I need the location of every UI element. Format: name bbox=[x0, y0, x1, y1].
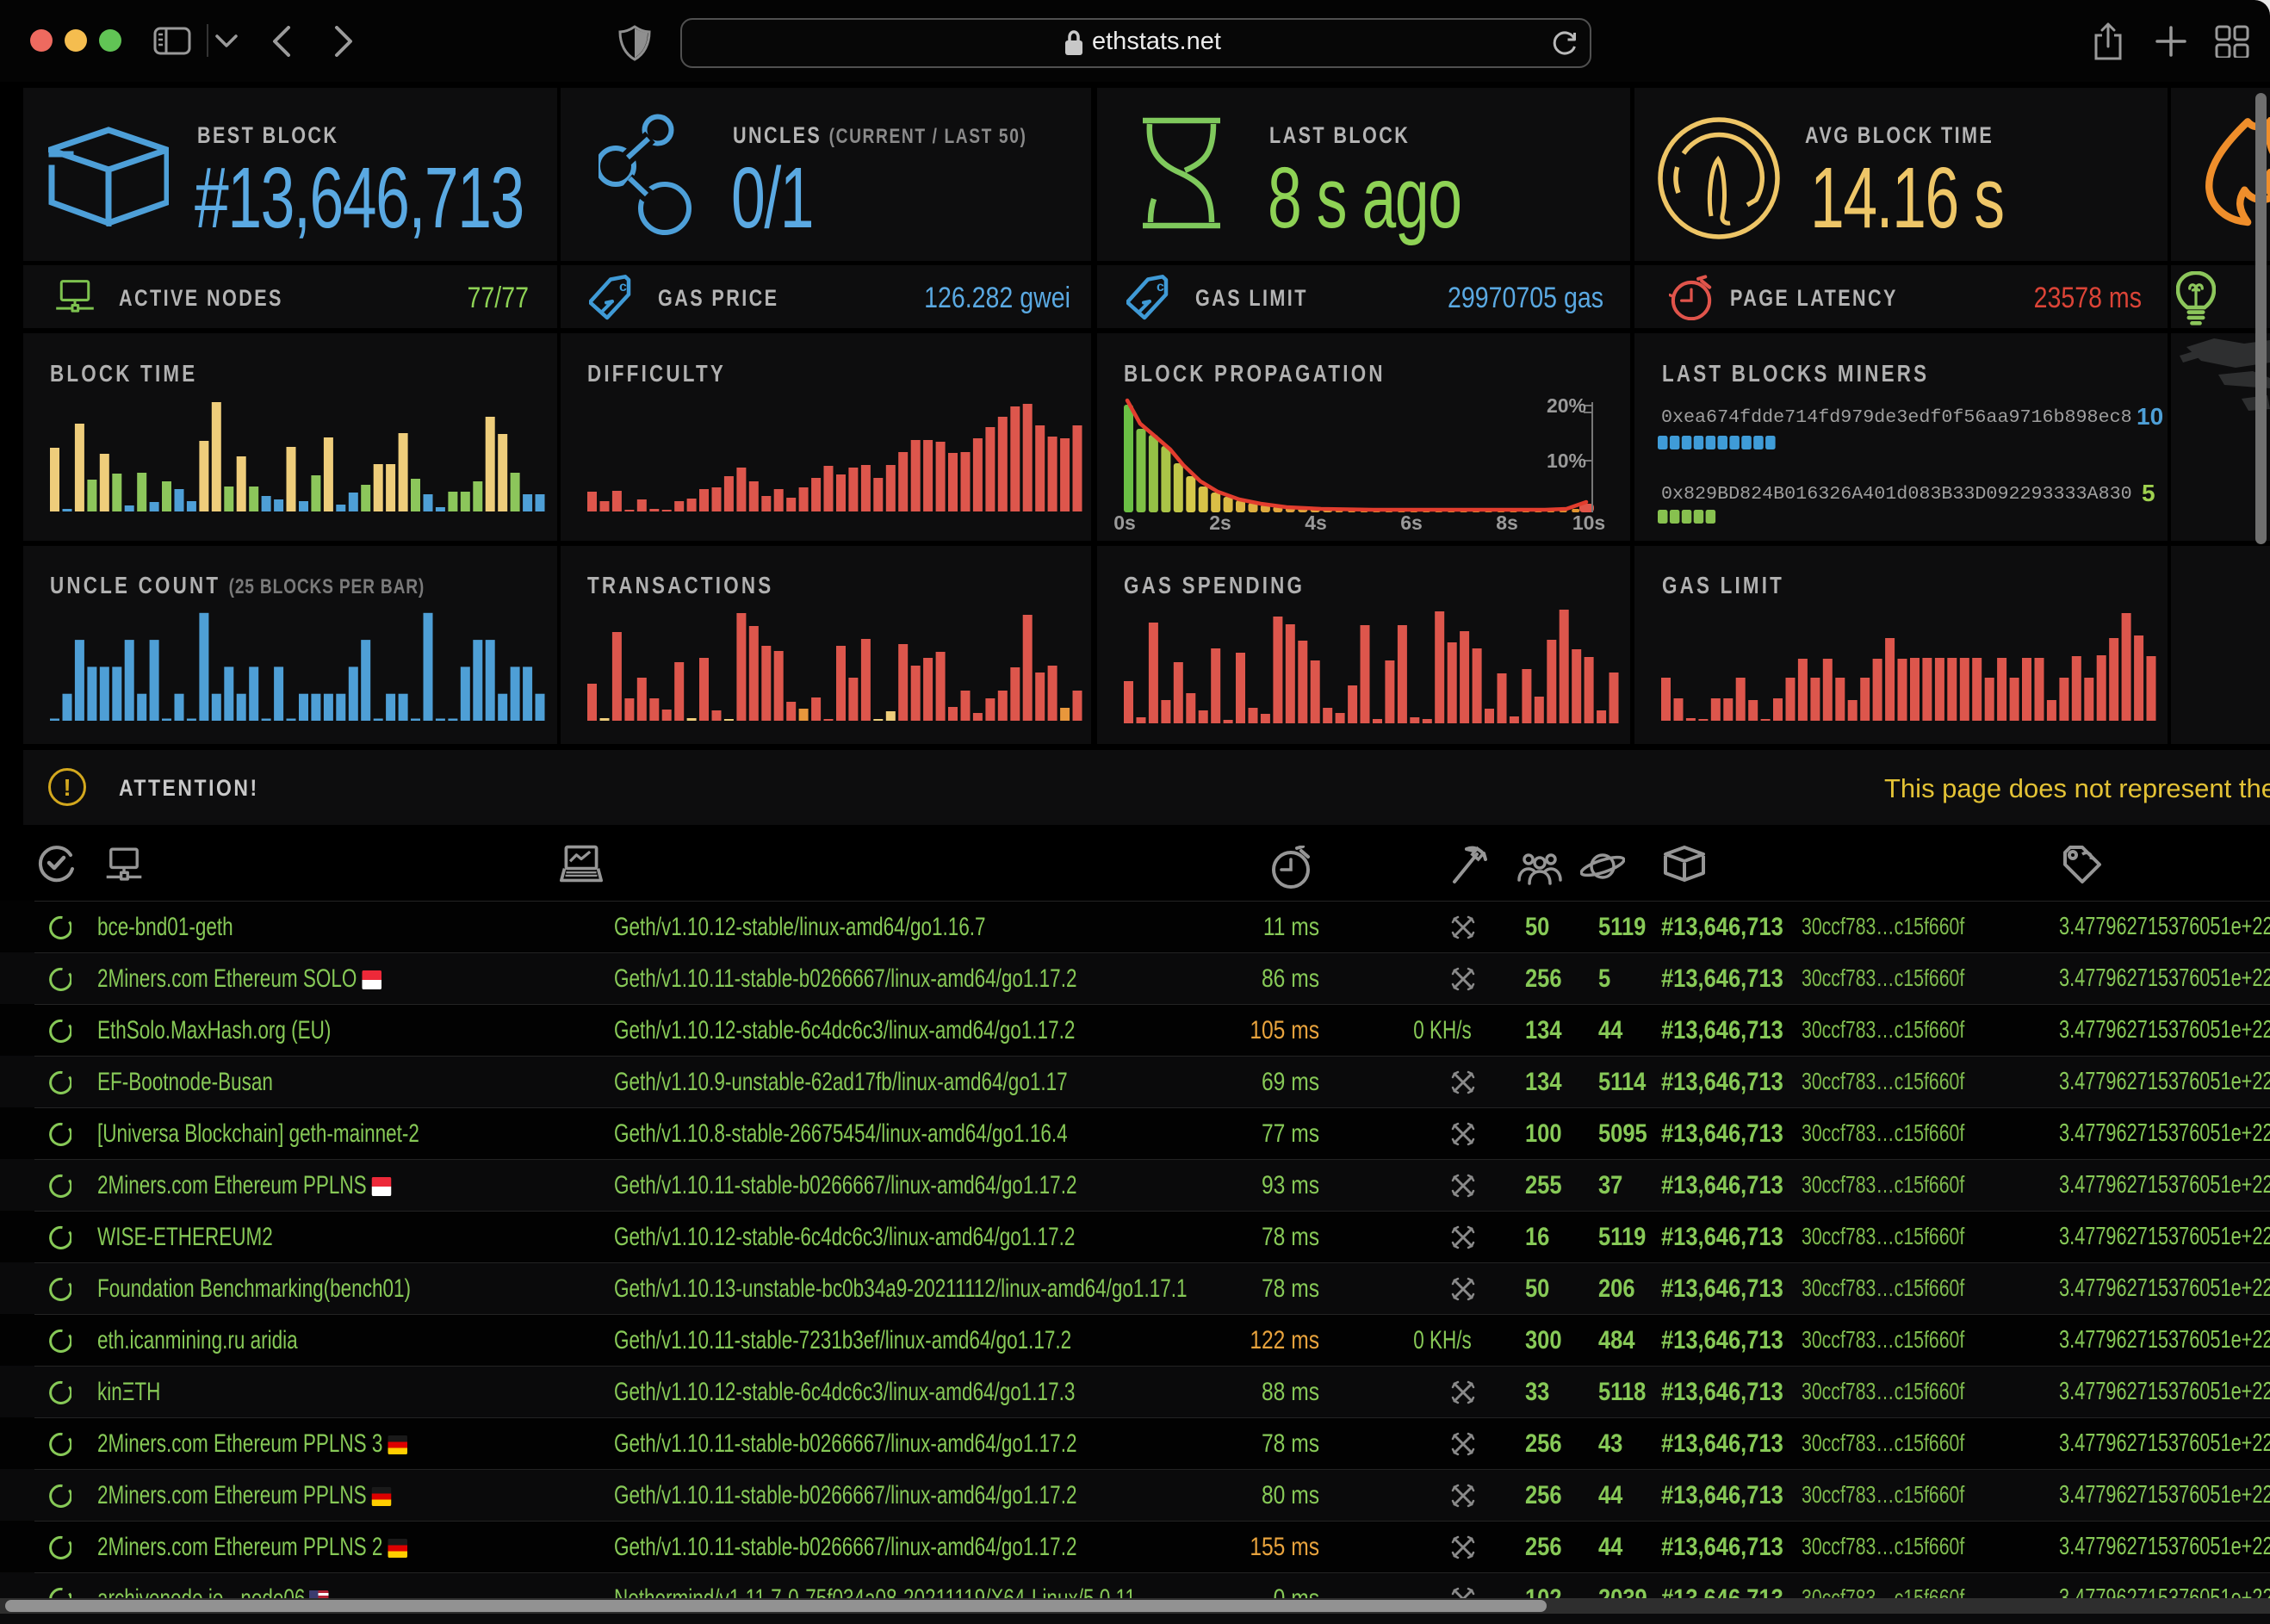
svg-text:4s: 4s bbox=[1305, 511, 1327, 534]
svg-text:6s: 6s bbox=[1400, 511, 1423, 534]
svg-text:10%: 10% bbox=[1547, 449, 1586, 472]
svg-text:0s: 0s bbox=[1113, 511, 1136, 534]
svg-text:c: c bbox=[619, 280, 627, 294]
svg-text:8s: 8s bbox=[1496, 511, 1518, 534]
svg-text:10s: 10s bbox=[1572, 511, 1605, 534]
svg-text:c: c bbox=[1157, 280, 1164, 294]
svg-text:!: ! bbox=[63, 774, 71, 801]
svg-text:2s: 2s bbox=[1209, 511, 1231, 534]
svg-text:20%: 20% bbox=[1547, 394, 1586, 417]
